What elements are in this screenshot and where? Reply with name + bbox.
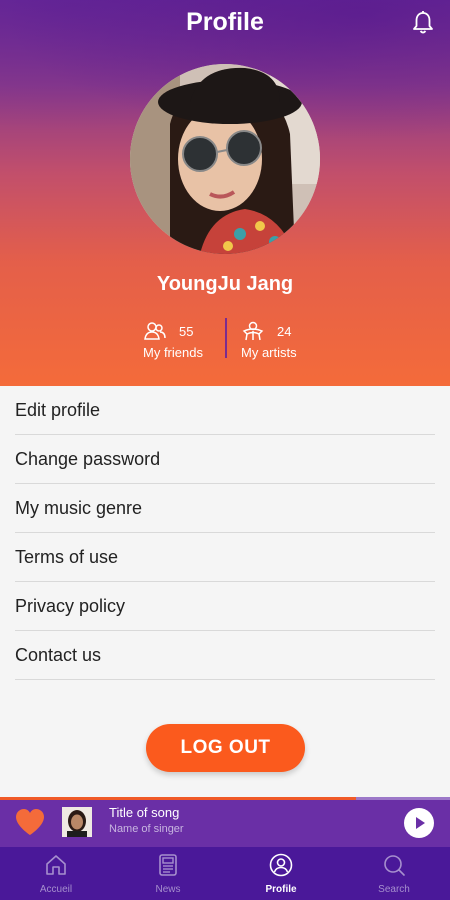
play-icon [416, 817, 425, 829]
user-name: YoungJu Jang [156, 273, 294, 295]
artists-icon [242, 321, 264, 341]
user-icon [269, 853, 293, 877]
tab-search[interactable]: Search [338, 847, 450, 900]
friends-label: My friends [143, 345, 203, 360]
play-button[interactable] [404, 808, 434, 838]
friends-icon [144, 322, 166, 340]
song-title: Title of song [109, 805, 180, 820]
tab-profile[interactable]: Profile [225, 847, 337, 900]
stat-divider [225, 318, 227, 358]
profile-header: Profile YoungJu Jang 55 My friends 24 My… [0, 0, 450, 386]
artists-count: 24 [277, 323, 292, 339]
heart-icon[interactable] [14, 807, 46, 837]
tab-news[interactable]: News [112, 847, 224, 900]
logout-button[interactable]: LOG OUT [146, 724, 305, 772]
menu-change-password[interactable]: Change password [15, 435, 435, 484]
friends-stat[interactable]: 55 My friends [143, 320, 203, 360]
page-title: Profile [186, 8, 264, 36]
artists-stat[interactable]: 24 My artists [241, 320, 297, 360]
artists-label: My artists [241, 345, 297, 360]
album-art [62, 807, 92, 837]
search-icon [384, 855, 405, 876]
menu-edit-profile[interactable]: Edit profile [15, 386, 435, 435]
tab-accueil-label: Accueil [39, 884, 73, 895]
settings-menu: Edit profile Change password My music ge… [0, 386, 450, 680]
avatar[interactable] [130, 64, 320, 254]
menu-terms[interactable]: Terms of use [15, 533, 435, 582]
home-icon [46, 855, 66, 875]
menu-contact[interactable]: Contact us [15, 631, 435, 680]
tab-accueil[interactable]: Accueil [0, 847, 112, 900]
tab-news-label: News [155, 884, 181, 895]
bell-icon[interactable] [410, 10, 436, 36]
friends-count: 55 [179, 323, 194, 339]
player-progress-bar[interactable] [0, 797, 356, 800]
news-icon [159, 854, 177, 876]
player-progress-track [356, 797, 450, 800]
menu-music-genre[interactable]: My music genre [15, 484, 435, 533]
tab-profile-label: Profile [265, 884, 297, 895]
menu-privacy[interactable]: Privacy policy [15, 582, 435, 631]
song-artist: Name of singer [109, 823, 184, 835]
tab-search-label: Search [378, 884, 410, 895]
mini-player[interactable]: Title of song Name of singer [0, 797, 450, 847]
tab-bar: Accueil News Profile Search [0, 847, 450, 900]
